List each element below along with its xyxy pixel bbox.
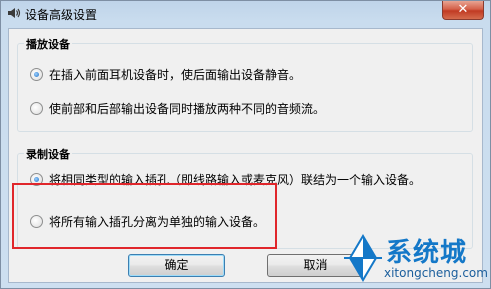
playback-group-legend: 播放设备 [24, 36, 72, 52]
window-title: 设备高级设置 [25, 8, 98, 22]
radio-button-checked[interactable] [30, 68, 43, 81]
speaker-icon [8, 8, 21, 18]
radio-multistream-playback[interactable]: 使前部和后部输出设备同时播放两种不同的音频流。 [30, 100, 325, 117]
title-bar[interactable]: 设备高级设置 ✕ [1, 1, 490, 27]
radio-label: 使前部和后部输出设备同时播放两种不同的音频流。 [49, 102, 326, 116]
watermark-logo-icon [344, 234, 382, 282]
watermark-name: 系统城 [386, 238, 468, 268]
recording-group-legend: 录制设备 [24, 146, 72, 162]
ok-button[interactable]: 确定 [128, 254, 225, 277]
site-watermark: 系统城 xitongcheng.com [340, 230, 488, 286]
radio-button-unchecked[interactable] [30, 102, 43, 115]
dialog-window: 设备高级设置 ✕ 播放设备 在插入前面耳机设备时，使后面输出设备静音。 使前部和… [0, 0, 491, 289]
radio-label: 在插入前面耳机设备时，使后面输出设备静音。 [49, 68, 302, 82]
radio-mute-rear-on-headphone[interactable]: 在插入前面耳机设备时，使后面输出设备静音。 [30, 66, 301, 83]
red-highlight-annotation [12, 183, 277, 249]
close-button[interactable]: ✕ [442, 1, 484, 20]
playback-device-group: 播放设备 在插入前面耳机设备时，使后面输出设备静音。 使前部和后部输出设备同时播… [17, 36, 473, 132]
watermark-url: xitongcheng.com [384, 266, 488, 280]
